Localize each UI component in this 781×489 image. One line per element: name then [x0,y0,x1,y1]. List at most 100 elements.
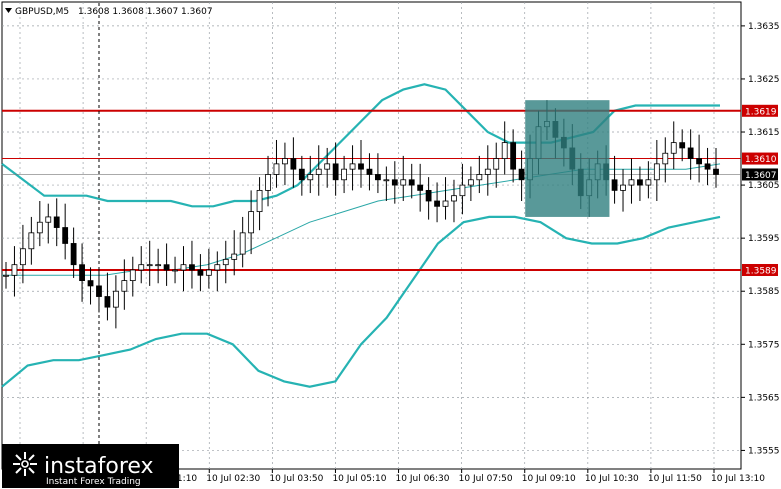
candle-body [383,179,390,182]
candle-body [341,168,347,181]
candle-body [425,189,432,202]
y-tick-label: 1.3625 [748,75,780,85]
candle-body [510,142,517,170]
y-tick-label: 1.3605 [748,181,780,191]
highlight-box [525,100,610,217]
candle-body [104,296,111,308]
candle-body [400,179,407,186]
highlight-rectangle [525,100,610,217]
candle-body [704,163,711,170]
level-price-label: 1.3589 [745,266,777,276]
x-tick-label: 10 Jul 10:30 [585,474,639,484]
candle-body [36,221,43,234]
candle-body [307,174,314,181]
chart-header: GBPUSD,M5 1.3608 1.3608 1.3607 1.3607 [5,7,213,17]
candle-body [484,168,491,175]
candle-body [679,142,686,149]
candle-body [138,264,145,271]
candle-body [696,158,702,165]
x-tick-label: 10 Jul 11:50 [648,474,702,484]
candle-body [129,269,136,282]
candle-body [163,264,170,271]
candle-body [332,163,339,181]
candle-body [256,189,263,213]
candle-body [298,168,305,181]
candle-body [611,179,618,191]
y-tick-label: 1.3575 [748,340,780,350]
price-chart[interactable]: 1.3619 1.3610 1.3589 1.3607 1.3635 1.3625 1.3… [0,0,781,489]
candle-body [467,179,474,186]
candle-body [518,168,525,181]
candle-body [248,211,255,234]
candle-body [239,232,246,255]
level-price-label: 1.3610 [745,155,777,165]
candle-body [713,168,719,175]
candle-body [62,227,69,244]
x-tick-label: 10 Jul 06:30 [396,474,450,484]
candle-body [434,200,440,207]
brand-logo[interactable]: instaforex Instant Forex Trading [2,444,179,488]
current-price-label: 1.3607 [745,171,777,181]
candle-body [476,174,483,181]
candle-body [205,269,212,276]
candle-body [315,168,322,175]
candle-body [222,258,229,266]
candle-body [273,163,280,175]
candle-body [375,174,381,181]
candle-body [637,179,643,186]
candle-body [146,264,153,267]
candle-body [11,264,18,276]
candle-body [290,158,297,170]
candle-body [265,174,271,191]
y-tick-label: 1.3555 [748,446,780,456]
level-price-label: 1.3619 [745,107,777,117]
candle-body [366,168,373,175]
x-tick-label: 10 Jul 03:50 [269,474,323,484]
y-tick-label: 1.3635 [748,22,780,32]
candle-body [155,264,162,267]
candle-body [645,179,652,186]
candle-body [70,243,77,266]
candle-body [391,179,398,186]
brand-tagline: Instant Forex Trading [46,477,141,487]
x-tick-label: 10 Jul 02:30 [206,474,260,484]
candle-body [197,269,204,276]
candle-body [493,158,500,170]
candle-body [451,195,457,202]
x-tick-label: 10 Jul 07:50 [459,474,513,484]
candle-body [501,142,508,159]
candle-body [662,152,669,165]
candle-body [349,163,356,170]
candle-body [79,264,85,282]
candle-body [214,264,221,271]
y-tick-label: 1.3585 [748,287,780,297]
y-tick-label: 1.3615 [748,128,780,138]
candle-body [324,163,331,170]
y-tick-label: 1.3565 [748,393,780,403]
candle-body [653,163,660,181]
symbol-label: GBPUSD,M5 [15,7,69,17]
ohlc-label: 1.3608 1.3608 1.3607 1.3607 [78,7,213,17]
y-tick-label: 1.3595 [748,234,780,244]
x-tick-label: 10 Jul 13:10 [711,474,765,484]
candle-body [358,163,364,170]
candle-body [53,216,60,228]
candle-body [417,184,424,191]
candle-body [3,274,9,277]
candle-body [112,290,119,308]
candle-body [670,142,677,154]
brand-name: instaforex [44,454,154,479]
candle-body [180,264,187,271]
x-tick-label: 10 Jul 09:10 [522,474,576,484]
candle-body [231,253,238,260]
candle-body [189,264,195,271]
candle-body [620,184,626,191]
candle-body [45,216,52,223]
candle-body [172,269,178,272]
candle-body [459,184,466,197]
candle-body [28,232,35,250]
candle-body [282,158,288,165]
candle-body [628,179,635,186]
chart-root: 1.3619 1.3610 1.3589 1.3607 1.3635 1.3625 1.3… [0,0,781,489]
x-tick-label: 10 Jul 05:10 [332,474,386,484]
